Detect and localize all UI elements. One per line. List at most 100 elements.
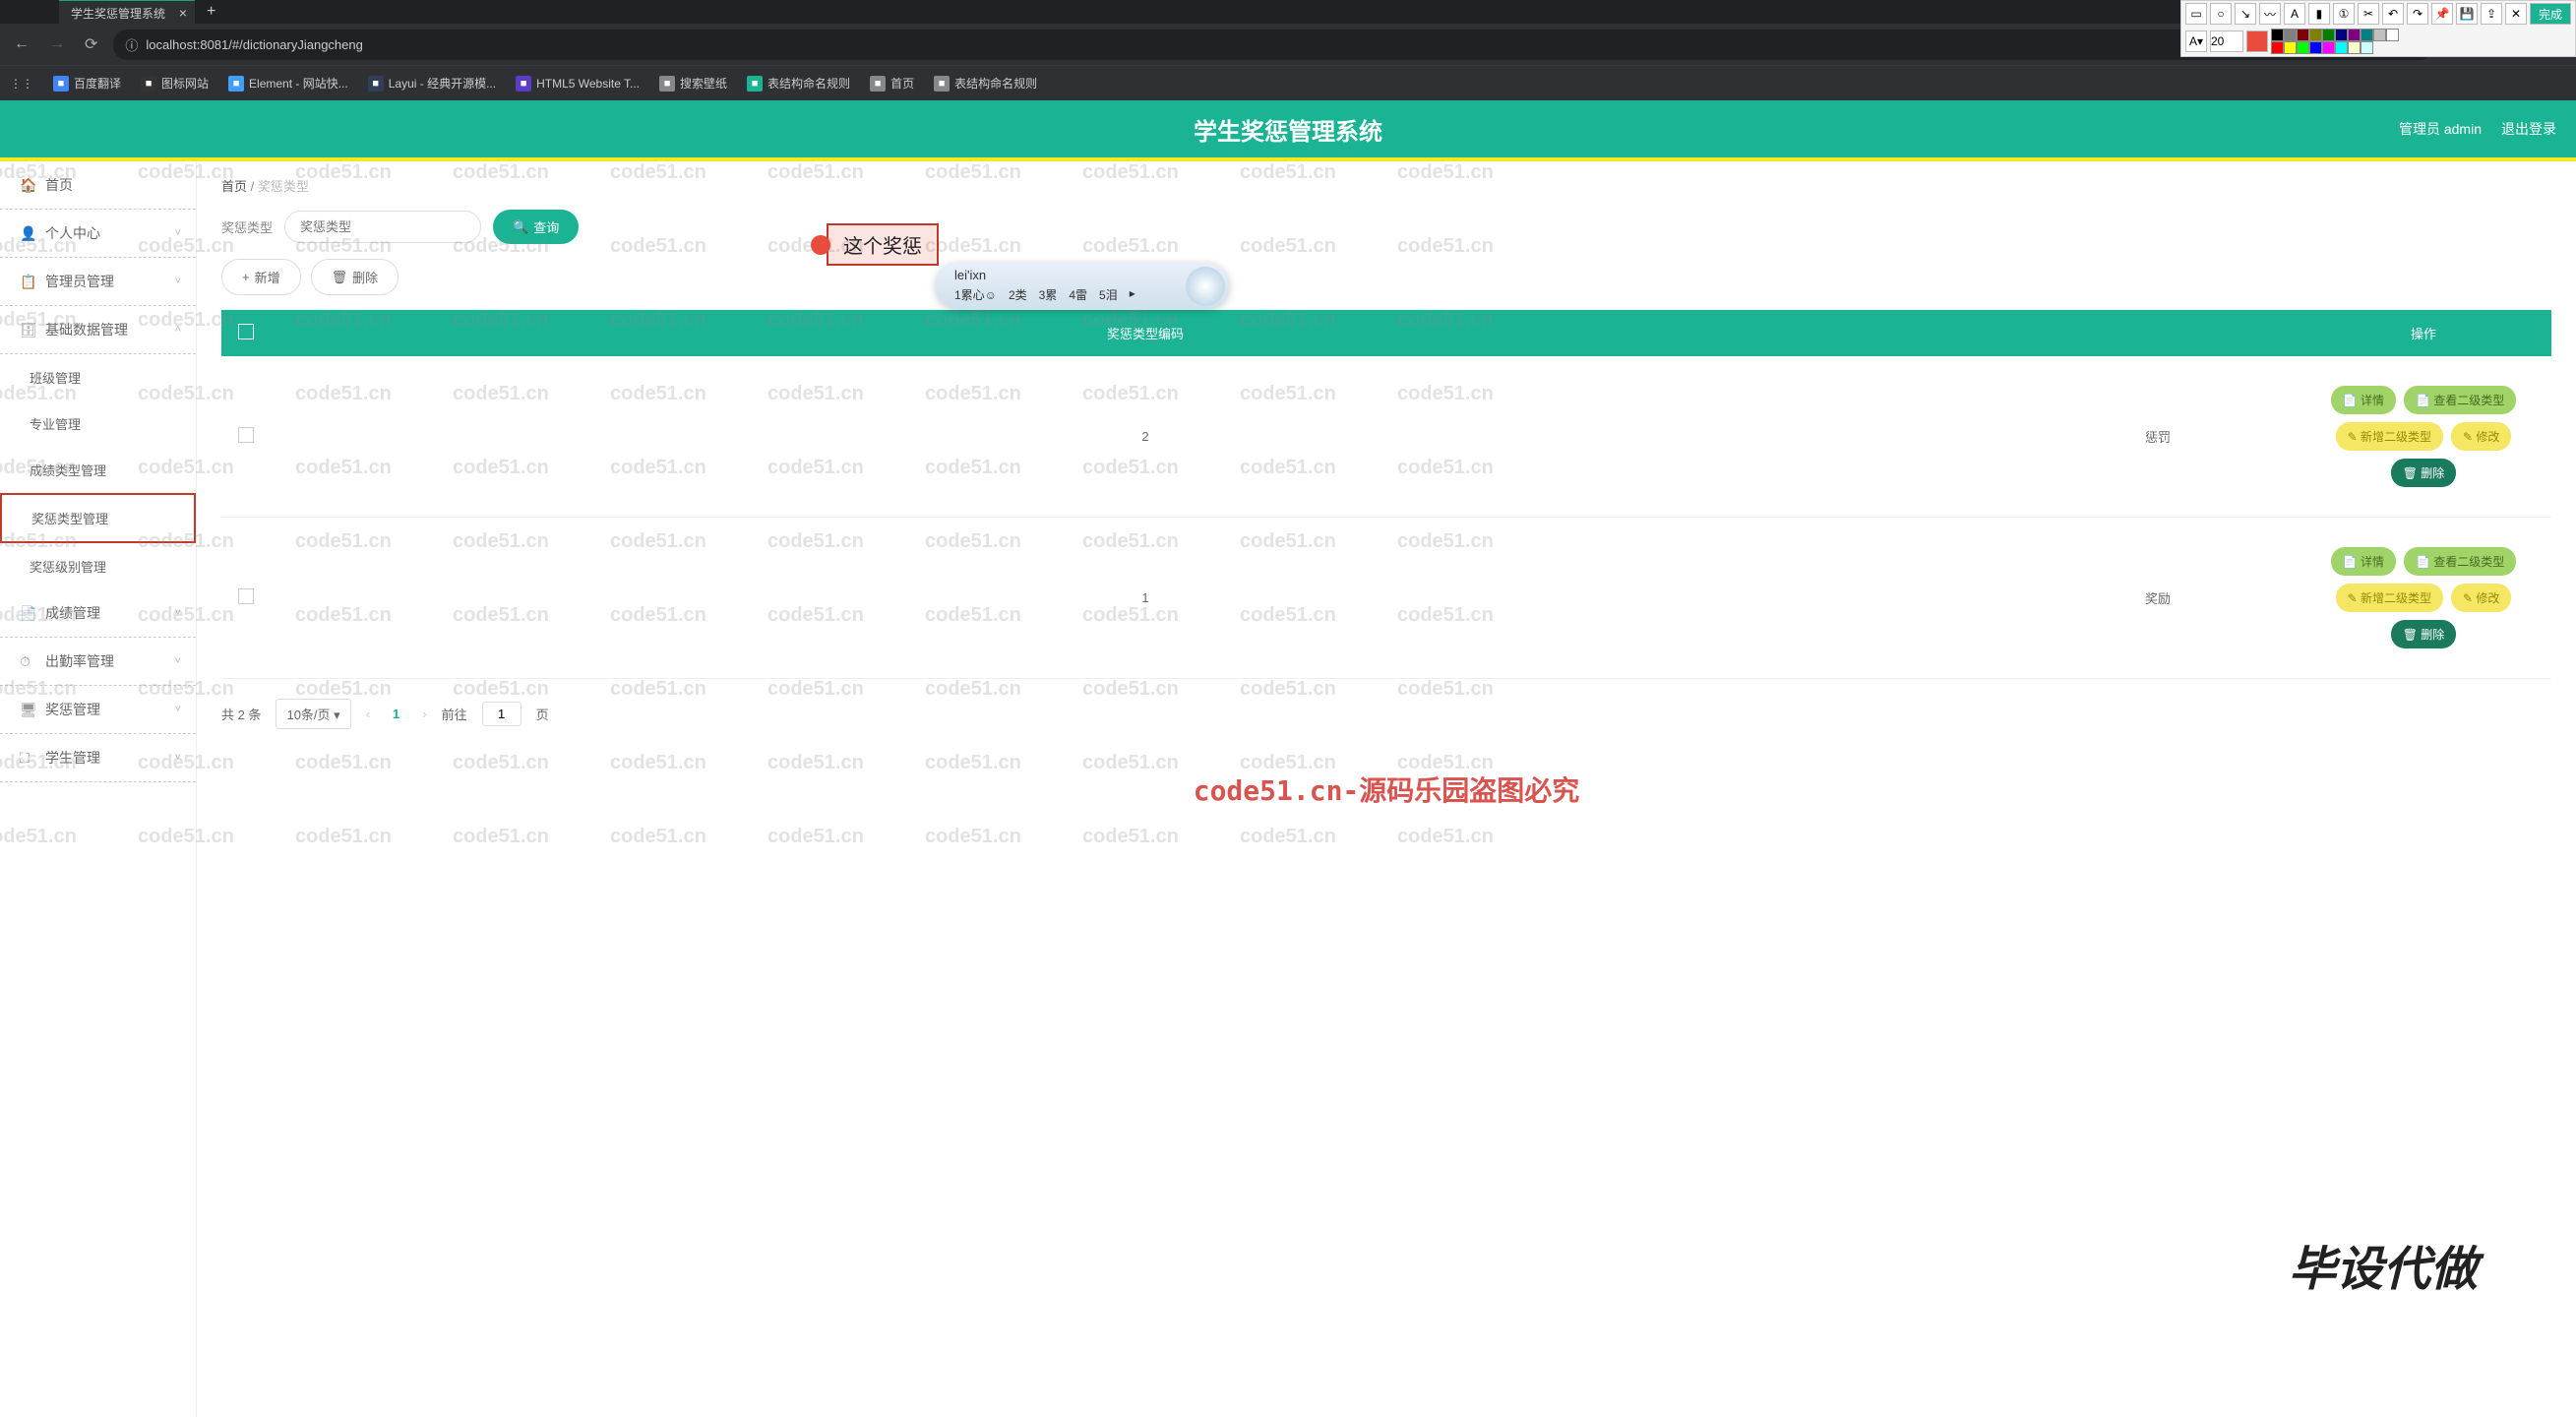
sidebar-item[interactable]: ⛶学生管理˅ — [0, 734, 196, 782]
bookmark-item[interactable]: ■Element - 网站快... — [228, 75, 348, 92]
add-sub-button[interactable]: ✎ 新增二级类型 — [2336, 422, 2443, 451]
font-family-select[interactable]: A▾ — [2185, 31, 2207, 52]
circle-tool-icon[interactable]: ○ — [2210, 3, 2232, 25]
ime-candidate[interactable]: 3累 — [1039, 286, 1058, 303]
save-icon[interactable]: 💾 — [2456, 3, 2478, 25]
cancel-icon[interactable]: ✕ — [2505, 3, 2527, 25]
brush-tool-icon[interactable]: 〰 — [2259, 3, 2281, 25]
edit-button[interactable]: ✎ 修改 — [2451, 584, 2511, 612]
close-icon[interactable]: × — [179, 5, 187, 21]
add-button[interactable]: + 新增 — [221, 259, 301, 295]
cell-code: 1 — [271, 518, 2020, 679]
text-tool-icon[interactable]: A — [2284, 3, 2305, 25]
annotation-highlight: 这个奖惩 — [827, 223, 939, 266]
filter-bar: 奖惩类型 🔍 查询 — [221, 210, 2551, 244]
nav-icon: 📋 — [20, 274, 35, 290]
chevron-down-icon: ˅ — [175, 655, 181, 667]
chevron-down-icon: ▾ — [334, 708, 340, 722]
ime-popup: lei'ixn 1累心☺ 2类 3累 4雷 5泪 ▸ — [935, 262, 1230, 309]
ime-more-icon[interactable]: ▸ — [1130, 286, 1135, 303]
sidebar-subitem[interactable]: 成绩类型管理 — [0, 447, 196, 493]
search-button[interactable]: 🔍 查询 — [493, 210, 579, 244]
new-tab-button[interactable]: + — [207, 3, 215, 21]
font-size-input[interactable] — [2210, 31, 2243, 52]
pin-icon[interactable]: 📌 — [2431, 3, 2453, 25]
bookmark-item[interactable]: ■图标网站 — [141, 75, 209, 92]
redo-icon[interactable]: ↷ — [2407, 3, 2428, 25]
view-sub-button[interactable]: 📄 查看二级类型 — [2404, 386, 2516, 414]
arrow-tool-icon[interactable]: ↘ — [2235, 3, 2256, 25]
watermark-center: code51.cn-源码乐园盗图必究 — [1194, 770, 1580, 809]
bookmark-item[interactable]: ■百度翻译 — [53, 75, 121, 92]
sidebar-item[interactable]: 🗄基础数据管理˄ — [0, 306, 196, 354]
page-number[interactable]: 1 — [385, 703, 407, 725]
sidebar-subitem[interactable]: 专业管理 — [0, 400, 196, 447]
highlight-tool-icon[interactable]: ▮ — [2308, 3, 2330, 25]
select-all-checkbox[interactable] — [238, 324, 254, 339]
ime-input-text: lei'ixn — [954, 268, 1181, 282]
color-palette[interactable] — [2271, 29, 2399, 54]
sidebar-item[interactable]: 📄成绩管理˅ — [0, 589, 196, 638]
main-content: 首页 / 奖惩类型 奖惩类型 🔍 查询 + 新增 🗑 删除 这个奖惩 — [197, 161, 2576, 1417]
sidebar-item[interactable]: 🏠首页 — [0, 161, 196, 210]
bookmark-item[interactable]: ■Layui - 经典开源模... — [368, 75, 496, 92]
prev-page-icon[interactable]: ‹ — [366, 707, 370, 721]
delete-button[interactable]: 🗑 删除 — [311, 259, 399, 295]
view-sub-button[interactable]: 📄 查看二级类型 — [2404, 547, 2516, 576]
ime-candidate[interactable]: 2类 — [1009, 286, 1027, 303]
admin-label[interactable]: 管理员 admin — [2399, 119, 2482, 139]
row-checkbox[interactable] — [238, 588, 254, 604]
detail-button[interactable]: 📄 详情 — [2331, 386, 2396, 414]
logout-link[interactable]: 退出登录 — [2501, 119, 2556, 139]
sidebar-subitem[interactable]: 班级管理 — [0, 354, 196, 400]
sidebar-item[interactable]: 👤个人中心˅ — [0, 210, 196, 258]
bookmark-item[interactable]: ■表结构命名规则 — [934, 75, 1037, 92]
cut-icon[interactable]: ✂ — [2358, 3, 2379, 25]
browser-tab[interactable]: 学生奖惩管理系统 × — [59, 0, 195, 26]
nav-icon: 🖥 — [20, 702, 35, 718]
bookmarks-bar: ⋮⋮ ■百度翻译 ■图标网站 ■Element - 网站快... ■Layui - 经… — [0, 65, 2576, 100]
search-icon: 🔍 — [513, 219, 528, 235]
edit-button[interactable]: ✎ 修改 — [2451, 422, 2511, 451]
bookmark-item[interactable]: ■首页 — [870, 75, 914, 92]
share-icon[interactable]: ⇪ — [2481, 3, 2502, 25]
chevron-down-icon: ˅ — [175, 704, 181, 715]
counter-tool-icon[interactable]: ① — [2333, 3, 2355, 25]
sidebar-item[interactable]: 📋管理员管理˅ — [0, 258, 196, 306]
ime-candidate[interactable]: 4雷 — [1069, 286, 1087, 303]
done-button[interactable]: 完成 — [2530, 3, 2571, 25]
goto-page-input[interactable] — [482, 702, 521, 726]
cell-name: 惩罚 — [2020, 356, 2296, 518]
rect-tool-icon[interactable]: ▭ — [2185, 3, 2207, 25]
col-name-hidden — [2020, 310, 2296, 356]
trash-icon: 🗑 — [332, 270, 348, 285]
row-delete-button[interactable]: 🗑 删除 — [2391, 459, 2457, 487]
ime-candidate[interactable]: 5泪 — [1099, 286, 1118, 303]
undo-icon[interactable]: ↶ — [2382, 3, 2404, 25]
app-title: 学生奖惩管理系统 — [1194, 112, 1382, 147]
apps-icon[interactable]: ⋮⋮ — [10, 77, 33, 91]
breadcrumb-home[interactable]: 首页 — [221, 179, 247, 194]
forward-icon: → — [45, 31, 69, 57]
bookmark-item[interactable]: ■搜索壁纸 — [659, 75, 727, 92]
row-delete-button[interactable]: 🗑 删除 — [2391, 620, 2457, 648]
sidebar-item[interactable]: 🖥奖惩管理˅ — [0, 686, 196, 734]
row-checkbox[interactable] — [238, 427, 254, 443]
sidebar-item[interactable]: ⏱出勤率管理˅ — [0, 638, 196, 686]
chevron-down-icon: ˅ — [175, 276, 181, 287]
url-input[interactable]: ⓘ localhost:8081/#/dictionaryJiangcheng — [113, 30, 2432, 60]
bookmark-item[interactable]: ■表结构命名规则 — [747, 75, 850, 92]
next-page-icon[interactable]: › — [422, 707, 426, 721]
current-color[interactable] — [2246, 31, 2268, 52]
back-icon[interactable]: ← — [10, 31, 33, 57]
ime-candidate[interactable]: 1累心☺ — [954, 286, 997, 303]
detail-button[interactable]: 📄 详情 — [2331, 547, 2396, 576]
page-size-select[interactable]: 10条/页 ▾ — [276, 699, 350, 729]
bookmark-item[interactable]: ■HTML5 Website T... — [516, 76, 640, 92]
reload-icon[interactable]: ⟳ — [81, 31, 101, 58]
ime-candidates[interactable]: 1累心☺ 2类 3累 4雷 5泪 ▸ — [954, 286, 1181, 303]
sidebar-subitem[interactable]: 奖惩级别管理 — [0, 543, 196, 589]
filter-input[interactable] — [284, 211, 481, 243]
sidebar-subitem[interactable]: 奖惩类型管理 — [0, 493, 196, 543]
add-sub-button[interactable]: ✎ 新增二级类型 — [2336, 584, 2443, 612]
